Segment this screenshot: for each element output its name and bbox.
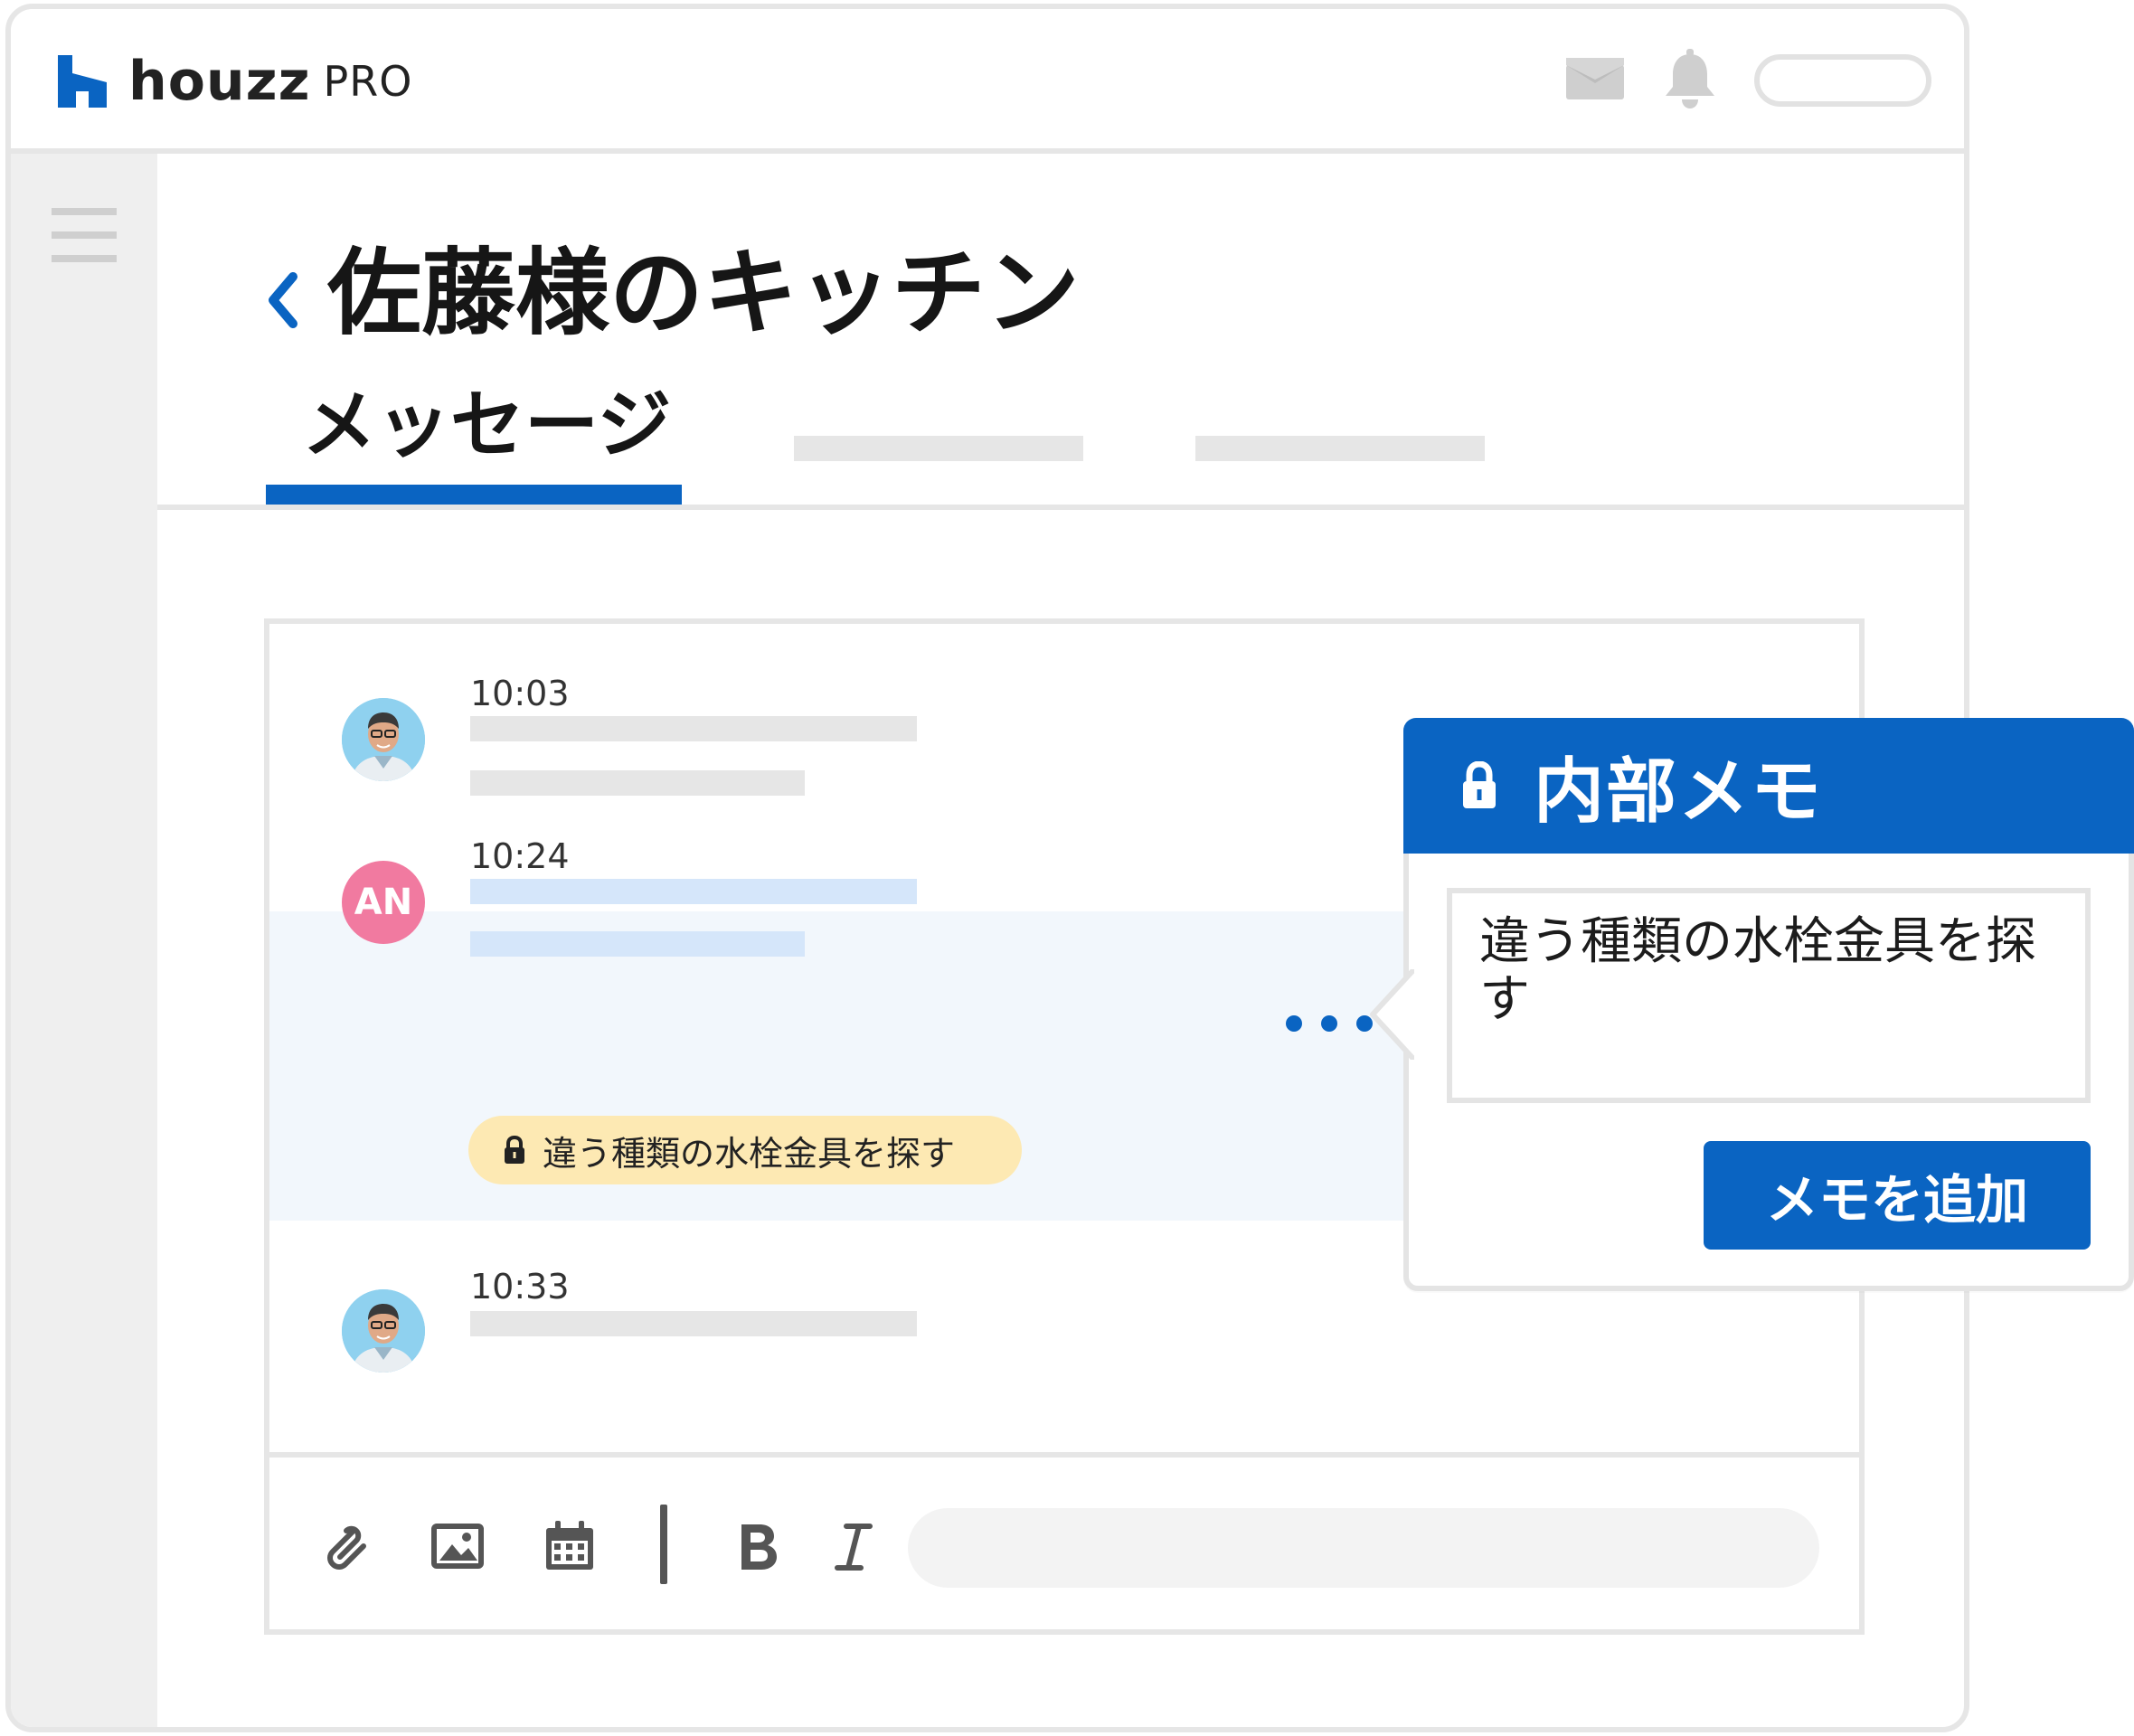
message-time: 10:33 [470, 1267, 570, 1307]
bold-icon[interactable] [731, 1519, 785, 1573]
top-bar: houzz PRO [11, 9, 1964, 154]
avatar [342, 1289, 425, 1373]
message-time: 10:24 [470, 836, 570, 876]
bell-icon[interactable] [1660, 49, 1720, 110]
avatar [342, 698, 425, 781]
left-sidebar [11, 154, 157, 1727]
page-title: 佐藤様のキッチン [327, 238, 1081, 348]
memo-text-input[interactable]: 違う種類の水栓金具を探す [1447, 888, 2091, 1103]
lock-icon [1463, 761, 1496, 808]
paperclip-icon[interactable] [316, 1519, 371, 1573]
toolbar-separator [660, 1505, 667, 1584]
hamburger-menu-icon[interactable] [52, 208, 117, 264]
person-avatar-icon [342, 698, 425, 781]
composer-divider [269, 1452, 1859, 1458]
message-composer-input[interactable] [908, 1508, 1819, 1588]
dot [1286, 1015, 1302, 1032]
internal-memo-popover: 内部メモ 違う種類の水栓金具を探す メモを追加 [1370, 718, 2134, 1291]
message-text-placeholder [470, 1311, 917, 1336]
memo-header: 内部メモ [1403, 718, 2134, 854]
internal-note-text: 違う種類の水栓金具を探す [543, 1133, 956, 1174]
top-search-box[interactable] [1754, 54, 1931, 107]
back-chevron-icon[interactable] [264, 271, 300, 329]
dot [1321, 1015, 1337, 1032]
message-text-placeholder [470, 931, 805, 957]
brand-suffix: PRO [323, 57, 413, 106]
popover-caret [1370, 969, 1414, 1060]
message-text-placeholder [470, 716, 917, 741]
more-options-icon[interactable] [1286, 1007, 1373, 1040]
memo-title: 内部メモ [1534, 751, 1824, 833]
houzz-logo-icon [58, 55, 107, 108]
add-memo-button[interactable]: メモを追加 [1704, 1141, 2091, 1250]
image-icon[interactable] [430, 1519, 485, 1573]
tab-placeholder[interactable] [1195, 436, 1485, 461]
active-tab-indicator [266, 485, 682, 505]
person-avatar-icon [342, 1289, 425, 1373]
internal-note-pill[interactable]: 違う種類の水栓金具を探す [468, 1116, 1022, 1184]
lock-icon [505, 1136, 524, 1164]
tabs-divider [157, 505, 1964, 510]
message-time: 10:03 [470, 674, 570, 713]
brand-name: houzz [128, 50, 311, 113]
tab-messages[interactable]: メッセージ [302, 382, 671, 470]
houzz-pro-logo[interactable]: houzz PRO [58, 50, 413, 113]
italic-icon[interactable] [826, 1519, 881, 1573]
calendar-icon[interactable] [543, 1519, 597, 1573]
tab-placeholder[interactable] [794, 436, 1083, 461]
mail-icon[interactable] [1566, 52, 1624, 99]
message-text-placeholder [470, 770, 805, 796]
message-text-placeholder [470, 879, 917, 904]
avatar-initials: AN [342, 861, 425, 944]
